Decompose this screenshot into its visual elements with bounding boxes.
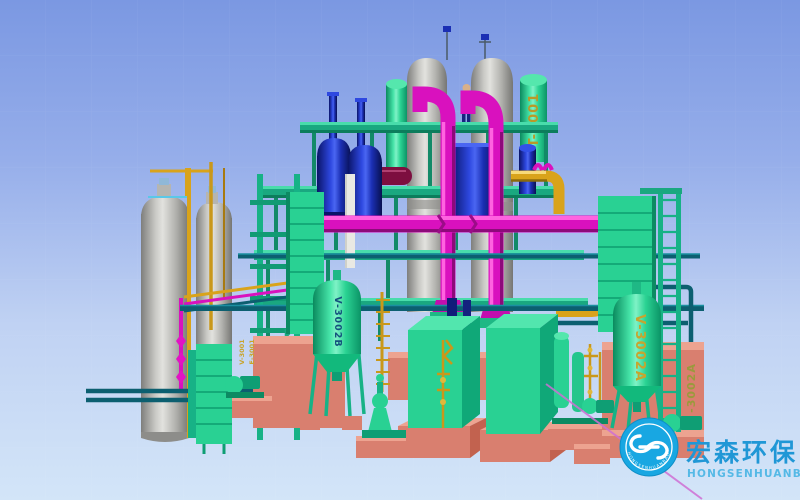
cad-render-viewport: T-3001 <box>0 0 800 500</box>
green-box-tank-2 <box>486 314 558 434</box>
company-name-cn: 宏森环保 <box>686 438 798 467</box>
company-name-en: HONGSENHUANBAO <box>687 468 800 480</box>
vessel-b-tag-label: V-3002B <box>332 296 343 347</box>
tag-left-1-label: V-3001 <box>238 339 246 365</box>
logo-icon: HONGSENHUANBAO <box>620 418 678 476</box>
pump-left <box>225 376 264 398</box>
leg-block-1 <box>300 416 320 430</box>
plant-3d-scene: T-3001 <box>0 0 800 500</box>
vessel-a-tag-label: V-3002A <box>632 314 647 382</box>
tower-tag-label: T-3001 <box>527 93 542 148</box>
pump-tag-right-label: -3002A <box>685 363 698 413</box>
leg-block-2 <box>342 416 362 430</box>
tag-left-2-label: E-3001 <box>248 339 256 365</box>
pedestal-center-pump <box>356 436 406 458</box>
plate-column-bottom-left <box>188 344 232 454</box>
